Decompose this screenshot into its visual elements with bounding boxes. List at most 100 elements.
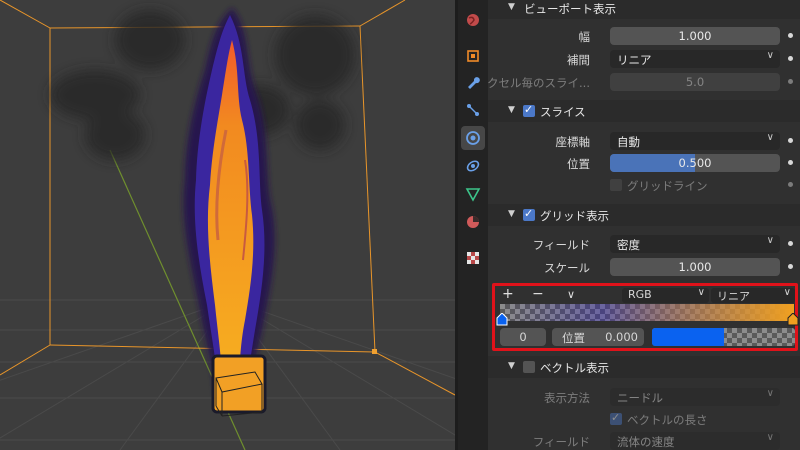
color-mode-dropdown[interactable]: RGB ∨ <box>622 287 709 303</box>
bbox-vertex <box>372 349 377 354</box>
gridlines-label: グリッドライン <box>627 179 708 193</box>
vector-display-checkbox[interactable] <box>523 361 535 373</box>
row-width: 幅 1.000 <box>488 25 800 47</box>
keyframe-dot-icon[interactable] <box>788 160 793 165</box>
row-display-method: 表示方法 ニードル ∨ <box>488 386 800 408</box>
chevron-down-icon: ∨ <box>766 388 774 399</box>
physics-tab[interactable] <box>461 126 485 150</box>
material-icon <box>467 216 479 228</box>
constraints-icon <box>466 160 480 172</box>
ramp-stop-right[interactable] <box>786 313 800 327</box>
active-stop-index[interactable]: 0 <box>500 328 546 346</box>
section-title: グリッド表示 <box>540 209 609 223</box>
axis-dropdown[interactable]: 自動 ∨ <box>610 132 780 150</box>
interpolation-value: リニア <box>617 53 652 67</box>
viewport-display-header[interactable]: ▼ ビューポート表示 <box>488 0 800 19</box>
modifier-tab[interactable] <box>461 70 485 94</box>
vector-length-checkbox[interactable] <box>610 411 622 425</box>
row-vector-length: ベクトルの長さ <box>488 408 800 430</box>
ramp-interpolation-dropdown[interactable]: リニア ∨ <box>711 287 795 303</box>
scale-label: スケール <box>544 261 590 275</box>
gridlines-checkbox[interactable] <box>610 179 622 191</box>
viewport-scene <box>0 0 455 450</box>
color-ramp-bar[interactable] <box>500 304 794 321</box>
chevron-down-icon: ∨ <box>766 432 774 443</box>
keyframe-dot-icon[interactable] <box>788 264 793 269</box>
scale-field[interactable]: 1.000 <box>610 258 780 276</box>
section-title: ベクトル表示 <box>540 361 609 375</box>
vector-field-value: 流体の速度 <box>617 435 675 449</box>
texture-icon <box>467 252 479 264</box>
chevron-down-icon: ∨ <box>697 287 705 298</box>
chevron-down-icon: ∨ <box>766 50 774 61</box>
slice-header[interactable]: ▼ スライス <box>488 100 800 122</box>
collapse-arrow-icon: ▼ <box>508 361 515 371</box>
grid-display-checkbox[interactable] <box>523 207 535 221</box>
keyframe-dot-icon[interactable] <box>788 79 793 84</box>
keyframe-dot-icon[interactable] <box>788 241 793 246</box>
row-grid-scale: スケール 1.000 <box>488 256 800 278</box>
row-interpolation: 補間 リニア ∨ <box>488 48 800 70</box>
section-title: ビューポート表示 <box>524 2 616 16</box>
particles-tab[interactable] <box>461 98 485 122</box>
ramp-gradient <box>500 304 794 321</box>
texture-tab[interactable] <box>461 246 485 270</box>
position-label: 位置 <box>567 157 590 171</box>
vector-length-label: ベクトルの長さ <box>627 413 708 427</box>
chevron-down-icon: ∨ <box>766 132 774 143</box>
modifier-icon <box>468 77 480 89</box>
stop-color-swatch[interactable] <box>652 328 795 346</box>
interpolation-dropdown[interactable]: リニア ∨ <box>610 50 780 68</box>
chevron-down-icon: ∨ <box>766 235 774 246</box>
slice-checkbox[interactable] <box>523 103 535 117</box>
collapse-arrow-icon: ▼ <box>508 209 515 219</box>
ramp-interpolation-value: リニア <box>717 290 750 303</box>
position-slider[interactable]: 0.500 <box>610 154 780 172</box>
field-label: フィールド <box>532 238 590 252</box>
display-method-value: ニードル <box>617 391 663 405</box>
properties-panel: ▼ ビューポート表示 幅 1.000 補間 リニア ∨ ボクセル毎のスライ...… <box>488 0 800 450</box>
row-gridlines: グリッドライン <box>488 174 800 196</box>
add-stop-button[interactable]: + <box>502 286 514 302</box>
world-tab[interactable] <box>461 8 485 32</box>
remove-stop-button[interactable]: − <box>532 286 544 302</box>
grid-field-dropdown[interactable]: 密度 ∨ <box>610 235 780 253</box>
position-value: 0.500 <box>678 156 712 170</box>
object-tab[interactable] <box>461 44 485 68</box>
display-method-label: 表示方法 <box>544 391 590 405</box>
properties-tab-strip <box>458 0 488 450</box>
collapse-arrow-icon: ▼ <box>508 105 515 115</box>
ramp-menu-button[interactable]: ∨ <box>567 288 575 301</box>
keyframe-dot-icon[interactable] <box>788 182 793 187</box>
stop-color-fill <box>652 328 724 346</box>
vector-display-header[interactable]: ▼ ベクトル表示 <box>488 356 800 378</box>
material-tab[interactable] <box>461 210 485 234</box>
collapse-arrow-icon: ▼ <box>508 2 515 12</box>
row-grid-field: フィールド 密度 ∨ <box>488 233 800 255</box>
interpolation-label: 補間 <box>567 53 590 67</box>
slices-per-voxel-label: ボクセル毎のスライ... <box>488 76 590 90</box>
keyframe-dot-icon[interactable] <box>788 56 793 61</box>
width-field[interactable]: 1.000 <box>610 27 780 45</box>
flow-emitter <box>211 354 267 414</box>
3d-viewport[interactable] <box>0 0 455 450</box>
particles-icon <box>467 104 479 116</box>
vector-field-dropdown[interactable]: 流体の速度 ∨ <box>610 432 780 450</box>
color-ramp-highlight: + − ∨ RGB ∨ リニア ∨ 0 位置 0.000 <box>492 283 800 351</box>
constraints-tab[interactable] <box>461 154 485 178</box>
grid-display-header[interactable]: ▼ グリッド表示 <box>488 204 800 226</box>
chevron-down-icon: ∨ <box>783 287 791 298</box>
ramp-stop-left[interactable] <box>495 313 509 327</box>
grid-field-value: 密度 <box>617 238 640 252</box>
display-method-dropdown[interactable]: ニードル ∨ <box>610 388 780 406</box>
stop-position-field[interactable]: 位置 0.000 <box>552 328 644 346</box>
keyframe-dot-icon[interactable] <box>788 138 793 143</box>
axis-label: 座標軸 <box>555 135 591 149</box>
object-icon <box>467 50 479 62</box>
stop-position-label: 位置 <box>562 331 585 345</box>
data-tab[interactable] <box>461 182 485 206</box>
keyframe-dot-icon[interactable] <box>788 33 793 38</box>
world-icon <box>467 14 479 26</box>
row-slices-per-voxel: ボクセル毎のスライ... 5.0 <box>488 71 800 93</box>
slices-per-voxel-field[interactable]: 5.0 <box>610 73 780 91</box>
